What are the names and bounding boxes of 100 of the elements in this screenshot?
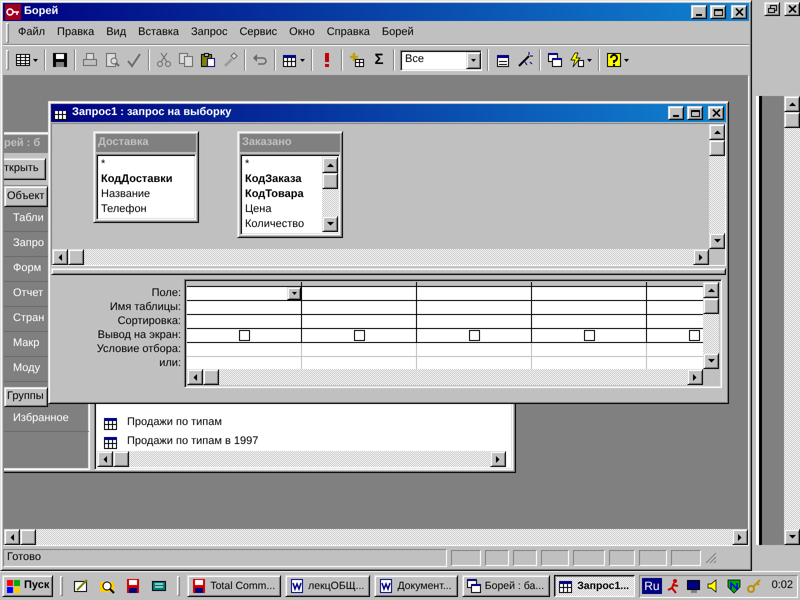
objects-header[interactable]: Объект (4, 186, 48, 207)
field-name[interactable]: * (243, 157, 322, 172)
start-button[interactable]: Пуск (2, 575, 54, 597)
checkbox[interactable] (584, 330, 594, 341)
grid-cell[interactable] (187, 287, 302, 301)
menu-item[interactable]: Правка (51, 24, 100, 42)
desktop-icon (73, 578, 90, 594)
field-name[interactable]: КодДоставки (99, 172, 193, 187)
list-item[interactable]: Продажи по типам в 1997 (127, 434, 258, 448)
scroll-up-button[interactable] (784, 96, 800, 112)
row-label: Имя таблицы: (108, 300, 181, 314)
menu-item[interactable]: Борей (376, 24, 420, 42)
field-name[interactable]: Цена (243, 202, 322, 217)
taskbar-button[interactable]: Документ... (374, 575, 458, 597)
scroll-thumb[interactable] (322, 173, 338, 189)
close-button[interactable] (784, 2, 800, 16)
toolbar-handle[interactable] (6, 50, 9, 70)
menu-item[interactable]: Справка (320, 24, 376, 42)
close-button[interactable] (708, 106, 724, 120)
scroll-left-button[interactable] (97, 451, 113, 467)
grid-cell[interactable] (532, 315, 647, 329)
scroll-up-button[interactable] (709, 124, 725, 140)
minimize-button[interactable] (691, 5, 707, 19)
column-selector[interactable] (532, 282, 647, 287)
checkbox[interactable] (468, 330, 480, 341)
field-name[interactable]: Телефон (99, 202, 193, 217)
field-name[interactable]: КодЗаказа (243, 172, 322, 187)
group-item[interactable]: Избранное (4, 407, 89, 432)
scroll-thumb[interactable] (203, 369, 219, 385)
column-selector[interactable] (417, 282, 532, 287)
column-selector[interactable] (302, 282, 417, 287)
grid-cell[interactable] (187, 329, 302, 343)
grid-cell[interactable] (417, 301, 532, 315)
field-name[interactable]: Название (99, 187, 193, 202)
menu-item[interactable]: Вид (100, 24, 132, 42)
help-icon (606, 52, 622, 68)
field-name[interactable]: * (99, 157, 193, 172)
checkbox[interactable] (689, 330, 700, 341)
field-name[interactable]: Количество (243, 217, 322, 232)
open-button[interactable]: ткрыть (4, 158, 46, 180)
scroll-left-button[interactable] (187, 369, 203, 385)
scroll-right-button[interactable] (693, 249, 709, 265)
scroll-right-button[interactable] (490, 451, 506, 467)
grid-cell[interactable] (532, 329, 647, 343)
scroll-left-button[interactable] (52, 249, 68, 265)
checkbox[interactable] (354, 330, 364, 341)
pane-splitter[interactable] (51, 268, 726, 275)
grid-cell[interactable] (187, 301, 302, 315)
menu-item[interactable]: Файл (12, 24, 52, 42)
scroll-down-button[interactable] (784, 529, 800, 545)
checkbox[interactable] (238, 330, 250, 341)
scroll-thumb[interactable] (113, 451, 129, 467)
grid-cell[interactable] (302, 287, 417, 301)
groups-header[interactable]: Группы (4, 387, 48, 407)
toolbar-handle[interactable] (6, 22, 9, 42)
toolbar-button[interactable]: Σ (368, 49, 390, 71)
grid-cell[interactable] (302, 329, 417, 343)
close-button[interactable] (731, 5, 747, 19)
column-selector[interactable] (187, 282, 302, 287)
grid-cell[interactable] (417, 287, 532, 301)
grid-cell[interactable] (532, 301, 647, 315)
grid-cell[interactable] (417, 329, 532, 343)
scroll-down-button[interactable] (709, 233, 725, 249)
list-item[interactable]: Продажи по типам (127, 416, 222, 430)
menu-item[interactable]: Вставка (132, 24, 186, 42)
dropdown-button[interactable] (466, 52, 481, 68)
minimize-button[interactable] (668, 106, 684, 120)
taskbar-button[interactable]: Запрос1... (554, 575, 636, 597)
taskbar-button[interactable]: лекцОБЩ... (285, 575, 370, 597)
menu-item[interactable]: Запрос (185, 24, 234, 42)
restore-button[interactable] (764, 2, 780, 16)
scroll-left-button[interactable] (4, 529, 20, 545)
scroll-thumb[interactable] (784, 112, 800, 128)
scroll-right-button[interactable] (687, 369, 703, 385)
grid-cell[interactable] (417, 315, 532, 329)
top-values-combo[interactable]: Все (400, 50, 482, 70)
grid-cell[interactable] (187, 315, 302, 329)
scroll-down-button[interactable] (703, 353, 719, 369)
scroll-thumb[interactable] (703, 298, 719, 314)
menu-item[interactable]: Сервис (233, 24, 284, 42)
scroll-thumb[interactable] (68, 249, 84, 265)
scroll-down-button[interactable] (322, 216, 338, 232)
maximize-button[interactable] (687, 106, 703, 120)
scroll-right-button[interactable] (732, 529, 748, 545)
language-indicator[interactable]: Ru (642, 578, 662, 594)
menu-item[interactable]: Окно (283, 24, 321, 42)
scroll-thumb[interactable] (709, 140, 725, 156)
scroll-thumb[interactable] (20, 529, 36, 545)
taskbar-button[interactable]: Total Comm... (187, 575, 282, 597)
clipboard-icon (200, 52, 216, 68)
status-panel (485, 550, 509, 566)
dropdown-button[interactable] (287, 287, 301, 300)
taskbar-button[interactable]: Борей : ба... (462, 575, 550, 597)
maximize-button[interactable] (710, 5, 726, 19)
grid-cell[interactable] (302, 301, 417, 315)
scroll-up-button[interactable] (322, 157, 338, 173)
scroll-up-button[interactable] (703, 282, 719, 298)
grid-cell[interactable] (302, 315, 417, 329)
grid-cell[interactable] (532, 287, 647, 301)
field-name[interactable]: КодТовара (243, 187, 322, 202)
